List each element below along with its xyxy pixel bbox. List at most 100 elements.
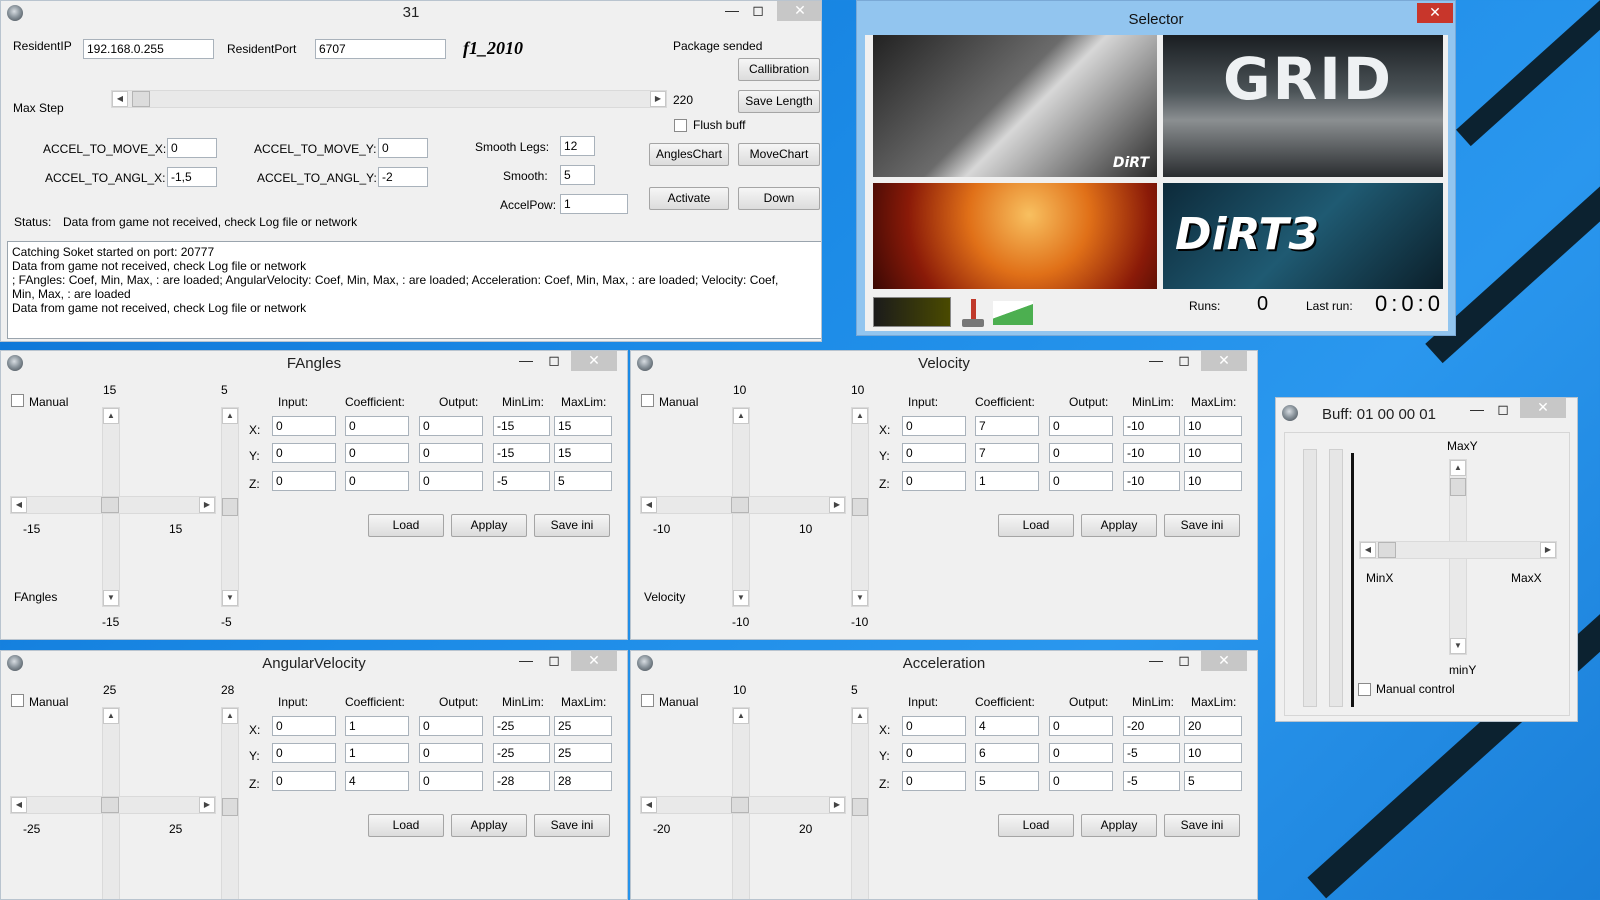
smooth-legs-input[interactable]: 12 [560,136,595,156]
accel-to-angl-y-input[interactable]: -2 [378,167,428,187]
max-step-slider[interactable]: ◀ ▶ [111,90,667,108]
x-coefficient[interactable]: 1 [345,716,409,736]
z-coefficient[interactable]: 4 [345,771,409,791]
minimize-button[interactable]: — [1143,351,1169,371]
x-output[interactable]: 0 [419,716,483,736]
y-minlim[interactable]: -25 [493,743,550,763]
minimize-button[interactable]: — [1464,400,1490,420]
y-input[interactable]: 0 [272,743,336,763]
manual-control-checkbox[interactable] [1358,683,1371,696]
slider-thumb[interactable] [101,497,119,513]
scroll-right-icon[interactable]: ▶ [829,497,845,513]
scroll-left-icon[interactable]: ◀ [641,497,657,513]
scroll-up-icon[interactable]: ▲ [103,408,119,424]
scroll-down-icon[interactable]: ▼ [733,590,749,606]
maximize-button[interactable]: ◻ [745,1,771,21]
save-ini-button[interactable]: Save ini [1164,814,1240,837]
horizontal-slider[interactable]: ◀ ▶ [640,496,846,514]
x-minlim[interactable]: -15 [493,416,550,436]
accel-to-angl-x-input[interactable]: -1,5 [167,167,217,187]
y-output[interactable]: 0 [419,443,483,463]
x-minlim[interactable]: -10 [1123,416,1180,436]
scroll-up-icon[interactable]: ▲ [852,708,868,724]
y-maxlim[interactable]: 10 [1184,743,1242,763]
minimize-button[interactable]: — [513,651,539,671]
z-maxlim[interactable]: 28 [554,771,612,791]
manual-checkbox[interactable] [11,694,24,707]
y-output[interactable]: 0 [1049,743,1113,763]
load-button[interactable]: Load [998,514,1074,537]
maximize-button[interactable]: ◻ [541,651,567,671]
x-coefficient[interactable]: 7 [975,416,1039,436]
slider-thumb[interactable] [1450,478,1466,496]
x-maxlim[interactable]: 20 [1184,716,1242,736]
scroll-left-icon[interactable]: ◀ [11,497,27,513]
load-button[interactable]: Load [368,814,444,837]
minimize-button[interactable]: — [513,351,539,371]
x-output[interactable]: 0 [1049,416,1113,436]
scroll-up-icon[interactable]: ▲ [1450,460,1466,476]
close-button[interactable]: ✕ [1201,351,1247,371]
slider-thumb[interactable] [1378,542,1396,558]
z-input[interactable]: 0 [902,471,966,491]
apply-button[interactable]: Applay [1081,514,1157,537]
apply-button[interactable]: Applay [451,514,527,537]
scroll-right-icon[interactable]: ▶ [199,497,215,513]
scroll-left-icon[interactable]: ◀ [641,797,657,813]
z-minlim[interactable]: -5 [1123,771,1180,791]
vertical-slider-b[interactable]: ▲ ▼ [221,407,239,607]
scroll-left-icon[interactable]: ◀ [11,797,27,813]
minimize-button[interactable]: — [1143,651,1169,671]
maximize-button[interactable]: ◻ [1171,651,1197,671]
z-coefficient[interactable]: 0 [345,471,409,491]
apply-button[interactable]: Applay [1081,814,1157,837]
x-input[interactable]: 0 [902,716,966,736]
maximize-button[interactable]: ◻ [1171,351,1197,371]
slider-thumb[interactable] [852,498,868,516]
y-coefficient[interactable]: 6 [975,743,1039,763]
z-output[interactable]: 0 [1049,471,1113,491]
close-button[interactable]: ✕ [1417,3,1453,23]
apply-button[interactable]: Applay [451,814,527,837]
y-maxlim[interactable]: 25 [554,743,612,763]
y-maxlim[interactable]: 15 [554,443,612,463]
maximize-button[interactable]: ◻ [541,351,567,371]
x-coefficient[interactable]: 4 [975,716,1039,736]
slider-thumb[interactable] [222,798,238,816]
down-button[interactable]: Down [738,187,820,210]
y-coefficient[interactable]: 0 [345,443,409,463]
x-output[interactable]: 0 [1049,716,1113,736]
load-button[interactable]: Load [368,514,444,537]
save-ini-button[interactable]: Save ini [1164,514,1240,537]
scroll-up-icon[interactable]: ▲ [733,408,749,424]
z-minlim[interactable]: -5 [493,471,550,491]
y-output[interactable]: 0 [419,743,483,763]
y-input[interactable]: 0 [272,443,336,463]
game-tile-f1[interactable]: F1 [873,183,1157,289]
live-for-speed-icon[interactable] [873,297,951,327]
z-coefficient[interactable]: 5 [975,771,1039,791]
manual-checkbox[interactable] [11,394,24,407]
slider-thumb[interactable] [132,91,150,107]
slider-thumb[interactable] [731,497,749,513]
z-output[interactable]: 0 [419,471,483,491]
vertical-slider-b[interactable]: ▲ ▼ [851,407,869,607]
horizontal-slider[interactable]: ◀ ▶ [10,796,216,814]
save-length-button[interactable]: Save Length [738,90,820,113]
calibration-button[interactable]: Callibration [738,58,820,81]
flush-buff-checkbox[interactable] [674,119,687,132]
z-input[interactable]: 0 [272,471,336,491]
x-output[interactable]: 0 [419,416,483,436]
z-maxlim[interactable]: 10 [1184,471,1242,491]
x-input[interactable]: 0 [272,716,336,736]
manual-checkbox[interactable] [641,394,654,407]
scroll-right-icon[interactable]: ▶ [650,91,666,107]
slider-thumb[interactable] [731,797,749,813]
x-minlim[interactable]: -25 [493,716,550,736]
z-output[interactable]: 0 [1049,771,1113,791]
z-output[interactable]: 0 [419,771,483,791]
scroll-up-icon[interactable]: ▲ [852,408,868,424]
scroll-right-icon[interactable]: ▶ [829,797,845,813]
manual-checkbox[interactable] [641,694,654,707]
z-maxlim[interactable]: 5 [554,471,612,491]
